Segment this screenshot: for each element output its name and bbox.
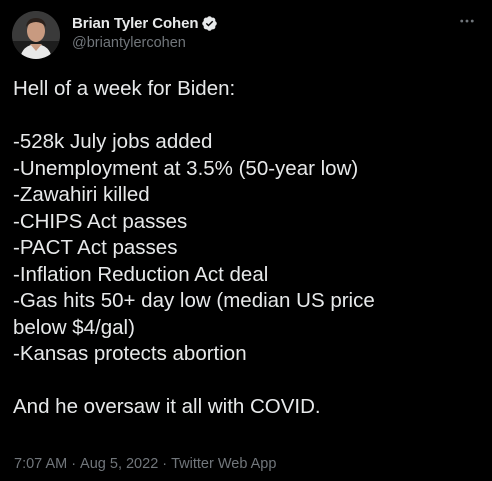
tweet-source[interactable]: Twitter Web App xyxy=(171,456,276,472)
tweet-line: Hell of a week for Biden: xyxy=(13,77,236,100)
tweet-line xyxy=(13,103,483,130)
tweet-line: And he oversaw it all with COVID. xyxy=(13,395,321,418)
tweet-line: below $4/gal) xyxy=(13,315,135,339)
tweet-line: -Zawahiri killed xyxy=(13,183,150,206)
tweet-line: -Kansas protects abortion xyxy=(13,342,247,365)
tweet-meta: 7:07 AM · Aug 5, 2022 · Twitter Web App xyxy=(14,456,276,472)
tweet-line: -528k July jobs added xyxy=(13,130,213,153)
meta-separator: · xyxy=(71,456,77,472)
avatar[interactable] xyxy=(12,11,60,59)
author-block: Brian Tyler Cohen @briantylercohen xyxy=(72,13,218,51)
tweet-line: -PACT Act passes xyxy=(13,236,178,259)
tweet-text: Hell of a week for Biden: -528k July job… xyxy=(13,76,483,421)
tweet-date[interactable]: Aug 5, 2022 xyxy=(80,456,158,472)
handle[interactable]: @briantylercohen xyxy=(72,35,218,51)
verified-badge-icon xyxy=(201,15,218,32)
display-name[interactable]: Brian Tyler Cohen xyxy=(72,15,198,32)
tweet-line: -Unemployment at 3.5% (50-year low) xyxy=(13,156,359,180)
tweet-line: -Inflation Reduction Act deal xyxy=(13,262,269,286)
tweet-line: -CHIPS Act passes xyxy=(13,209,188,233)
meta-separator: · xyxy=(162,456,168,472)
name-row: Brian Tyler Cohen xyxy=(72,13,218,33)
tweet-time[interactable]: 7:07 AM xyxy=(14,456,67,472)
tweet: Brian Tyler Cohen @briantylercohen Hell … xyxy=(0,0,492,481)
tweet-line xyxy=(13,368,483,395)
more-horizontal-icon[interactable] xyxy=(456,10,478,32)
tweet-line: -Gas hits 50+ day low (median US price xyxy=(13,289,375,312)
